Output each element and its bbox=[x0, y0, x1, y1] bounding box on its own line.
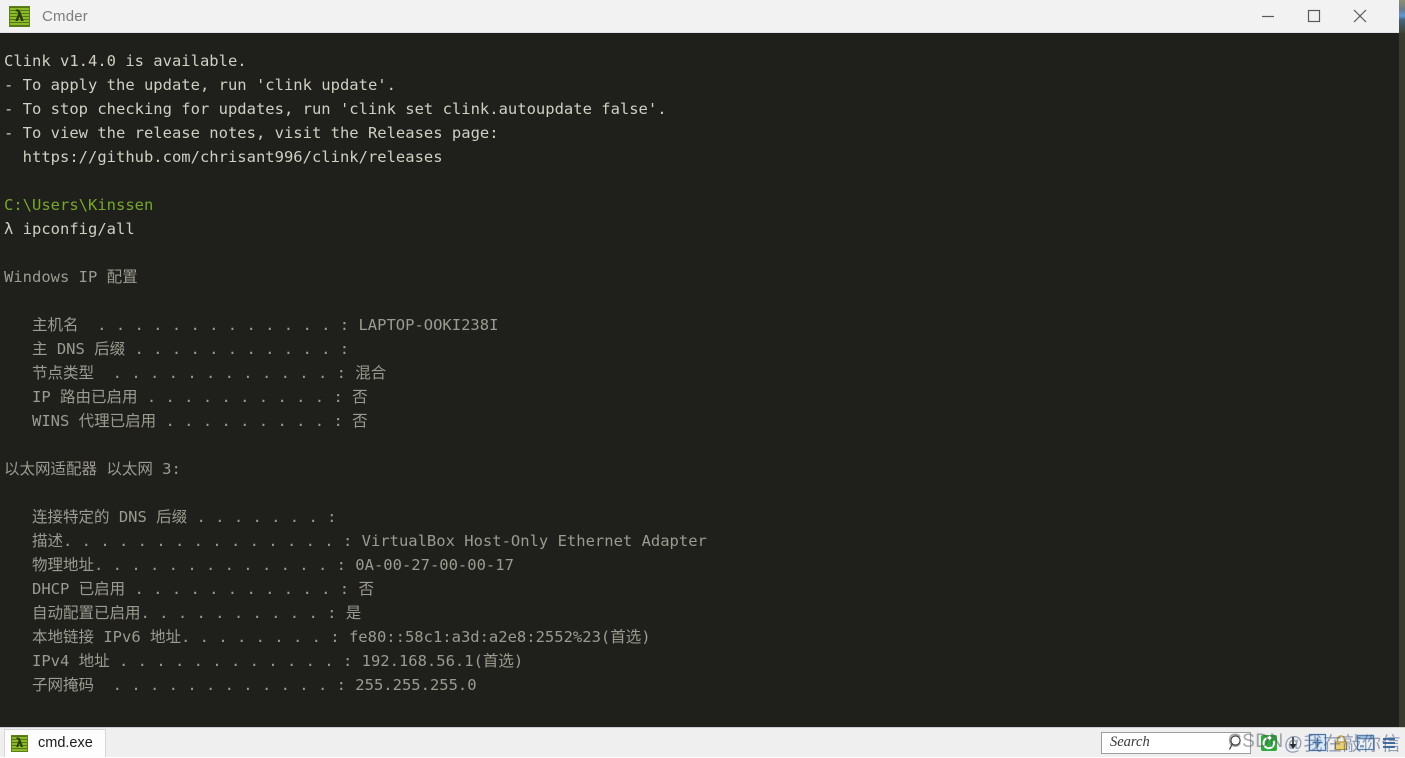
lock-icon[interactable] bbox=[1329, 731, 1353, 755]
window-icon[interactable] bbox=[1353, 731, 1377, 755]
terminal-line: λ ipconfig/all bbox=[4, 220, 135, 238]
window-controls bbox=[1245, 0, 1383, 33]
terminal-line: 物理地址. . . . . . . . . . . . . : 0A-00-27… bbox=[4, 556, 514, 574]
terminal-line: Windows IP 配置 bbox=[4, 268, 138, 286]
terminal-line: - To stop checking for updates, run 'cli… bbox=[4, 100, 667, 118]
terminal-line: 自动配置已启用. . . . . . . . . . : 是 bbox=[4, 604, 362, 622]
terminal-line: 连接特定的 DNS 后缀 . . . . . . . : bbox=[4, 508, 337, 526]
terminal-line: 主 DNS 后缀 . . . . . . . . . . . : bbox=[4, 340, 350, 358]
terminal-line: 描述. . . . . . . . . . . . . . . : Virtua… bbox=[4, 532, 707, 550]
terminal-line: 本地链接 IPv6 地址. . . . . . . . : fe80::58c1… bbox=[4, 628, 651, 646]
arrow-down-icon[interactable] bbox=[1281, 731, 1305, 755]
new-console-icon[interactable] bbox=[1305, 731, 1329, 755]
tab-label: cmd.exe bbox=[38, 735, 93, 751]
maximize-icon[interactable] bbox=[1291, 0, 1337, 33]
refresh-green-icon[interactable] bbox=[1257, 731, 1281, 755]
window-title: Cmder bbox=[42, 7, 89, 25]
terminal-line: IP 路由已启用 . . . . . . . . . . : 否 bbox=[4, 388, 368, 406]
terminal-line: 主机名 . . . . . . . . . . . . . : LAPTOP-O… bbox=[4, 316, 499, 334]
background-window-sliver bbox=[1399, 0, 1405, 33]
search-input[interactable] bbox=[1110, 734, 1228, 751]
tab-strip: λ cmd.exe bbox=[0, 728, 106, 758]
terminal-line: https://github.com/chrisant996/clink/rel… bbox=[4, 148, 443, 166]
search-box[interactable] bbox=[1101, 731, 1251, 754]
terminal-line: - To apply the update, run 'clink update… bbox=[4, 76, 396, 94]
terminal-line: 节点类型 . . . . . . . . . . . . : 混合 bbox=[4, 364, 387, 382]
terminal-line: Clink v1.4.0 is available. bbox=[4, 52, 247, 70]
lambda-icon: λ bbox=[9, 5, 30, 27]
terminal-line: C:\Users\Kinssen bbox=[4, 196, 154, 214]
terminal-tab-cmd-exe[interactable]: λ cmd.exe bbox=[4, 728, 106, 757]
lambda-icon-glyph: λ bbox=[15, 736, 24, 750]
terminal-output[interactable]: Clink v1.4.0 is available. - To apply the… bbox=[0, 33, 1399, 727]
terminal-line: WINS 代理已启用 . . . . . . . . . : 否 bbox=[4, 412, 368, 430]
lambda-icon-glyph: λ bbox=[14, 6, 25, 25]
background-window-sliver-body bbox=[1399, 33, 1405, 727]
status-bar: λ cmd.exe Search CSDN @我在敲你信 bbox=[0, 727, 1405, 757]
status-bar-right bbox=[1101, 728, 1405, 758]
minimize-icon[interactable] bbox=[1245, 0, 1291, 33]
search-icon[interactable] bbox=[1228, 734, 1246, 752]
terminal-line: DHCP 已启用 . . . . . . . . . . . : 否 bbox=[4, 580, 374, 598]
terminal-line: 子网掩码 . . . . . . . . . . . . : 255.255.2… bbox=[4, 676, 477, 694]
cmder-window: λ Cmder Clink v1.4.0 is available. - To … bbox=[0, 0, 1405, 757]
terminal-line: IPv4 地址 . . . . . . . . . . . . : 192.16… bbox=[4, 652, 524, 670]
terminal-line: - To view the release notes, visit the R… bbox=[4, 124, 499, 142]
title-bar: λ Cmder bbox=[0, 0, 1405, 33]
close-icon[interactable] bbox=[1337, 0, 1383, 33]
menu-icon[interactable] bbox=[1377, 731, 1401, 755]
terminal-line: 以太网适配器 以太网 3: bbox=[4, 460, 181, 478]
lambda-icon: λ bbox=[11, 734, 28, 752]
